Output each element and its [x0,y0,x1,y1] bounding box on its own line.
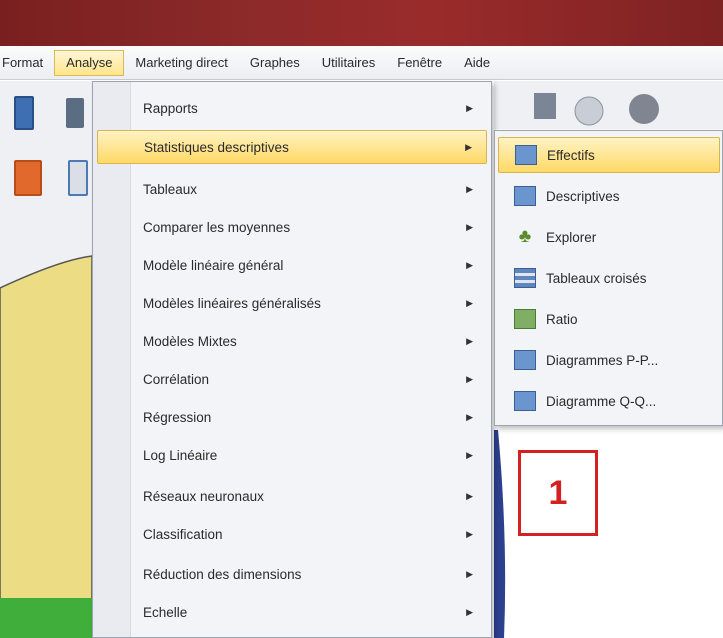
goto-case-icon[interactable] [14,160,42,196]
submenu-arrow-icon: ▶ [466,411,473,422]
submenu-item-effectifs[interactable]: Effectifs [498,137,720,173]
crosstabs-icon [514,268,536,288]
submenu-arrow-icon: ▶ [465,141,472,152]
submenu-arrow-icon: ▶ [466,335,473,346]
submenu-arrow-icon: ▶ [466,102,473,113]
explore-icon: ♣ [518,226,532,247]
menu-item-echelle[interactable]: Echelle ▶ [97,595,487,629]
menu-item-label: Modèle linéaire général [143,257,284,273]
menu-item-regression[interactable]: Régression ▶ [97,400,487,434]
submenu-arrow-icon: ▶ [466,259,473,270]
menu-item-label: Classification [143,526,223,542]
descriptives-icon [514,186,536,206]
menu-item-modeles-lineaires-generalises[interactable]: Modèles linéaires généralisés ▶ [97,286,487,320]
menu-item-label: Réduction des dimensions [143,566,302,582]
menu-item-label: Corrélation [143,371,210,387]
menu-item-log-lineaire[interactable]: Log Linéaire ▶ [97,438,487,472]
menu-item-label: Statistiques descriptives [144,139,289,155]
menu-item-label: Modèles linéaires généralisés [143,295,321,311]
menu-item-label: Echelle [143,604,188,620]
window-title-bar [0,0,723,46]
submenu-item-tableaux-croises[interactable]: Tableaux croisés [498,260,720,296]
frequencies-icon [515,145,537,165]
submenu-arrow-icon: ▶ [466,568,473,579]
qq-plots-icon [514,391,536,411]
print-icon[interactable] [66,98,84,128]
submenu-item-label: Diagrammes P-P... [546,352,659,368]
submenu-arrow-icon: ▶ [466,373,473,384]
open-data-icon[interactable] [14,96,34,130]
menu-bar: Format Analyse Marketing direct Graphes … [0,46,723,80]
menu-item-label: Modèles Mixtes [143,333,237,349]
menu-analyse[interactable]: Analyse [54,49,125,76]
pie-chart-background [0,255,92,638]
submenu-arrow-icon: ▶ [466,490,473,501]
menu-item-classification[interactable]: Classification ▶ [97,517,487,551]
submenu-item-explorer[interactable]: ♣ Explorer [498,219,720,255]
menu-item-label: Réseaux neuronaux [143,488,264,504]
menu-item-tableaux[interactable]: Tableaux ▶ [97,172,487,206]
toolbar-right [494,81,723,129]
submenu-arrow-icon: ▶ [466,528,473,539]
menu-gutter [93,82,131,637]
menu-graphes[interactable]: Graphes [239,49,311,77]
submenu-item-label: Diagramme Q-Q... [546,393,657,409]
step-annotation-label: 1 [518,450,598,536]
submenu-arrow-icon: ▶ [466,221,473,232]
pp-plots-icon [514,350,536,370]
analyse-dropdown: Rapports ▶ Statistiques descriptives ▶ T… [92,81,492,638]
menu-item-reseaux-neuronaux[interactable]: Réseaux neuronaux ▶ [97,479,487,513]
menu-format[interactable]: Format [0,49,54,77]
menu-item-modele-lineaire-general[interactable]: Modèle linéaire général ▶ [97,248,487,282]
menu-item-label: Régression [143,409,212,425]
submenu-arrow-icon: ▶ [466,183,473,194]
submenu-item-label: Effectifs [547,147,595,163]
chart-toolbar-icons [534,93,659,126]
ratio-icon [514,309,536,329]
submenu-item-label: Ratio [546,311,578,327]
menu-utilitaires[interactable]: Utilitaires [311,49,386,77]
menu-item-rapports[interactable]: Rapports ▶ [97,91,487,125]
menu-item-modeles-mixtes[interactable]: Modèles Mixtes ▶ [97,324,487,358]
menu-item-reduction-dimensions[interactable]: Réduction des dimensions ▶ [97,557,487,591]
menu-item-correlation[interactable]: Corrélation ▶ [97,362,487,396]
submenu-item-label: Tableaux croisés [546,270,647,286]
descriptives-submenu: Effectifs Descriptives ♣ Explorer Tablea… [494,130,723,426]
submenu-item-descriptives[interactable]: Descriptives [498,178,720,214]
menu-marketing-direct[interactable]: Marketing direct [124,49,238,77]
submenu-arrow-icon: ▶ [466,297,473,308]
menu-item-label: Rapports [143,100,198,116]
menu-item-label: Log Linéaire [143,447,218,463]
submenu-arrow-icon: ▶ [466,606,473,617]
menu-item-statistiques-descriptives[interactable]: Statistiques descriptives ▶ [97,130,487,164]
menu-item-label: Comparer les moyennes [143,219,291,235]
submenu-item-ratio[interactable]: Ratio [498,301,720,337]
menu-item-label: Tableaux [143,181,198,197]
variables-icon[interactable] [68,160,88,196]
submenu-item-label: Explorer [546,229,597,245]
menu-item-comparer-moyennes[interactable]: Comparer les moyennes ▶ [97,210,487,244]
submenu-item-diagrammes-pp[interactable]: Diagrammes P-P... [498,342,720,378]
menu-fenetre[interactable]: Fenêtre [386,49,453,77]
submenu-arrow-icon: ▶ [466,449,473,460]
submenu-item-diagramme-qq[interactable]: Diagramme Q-Q... [498,383,720,419]
menu-aide[interactable]: Aide [453,49,501,77]
submenu-item-label: Descriptives [546,188,620,204]
